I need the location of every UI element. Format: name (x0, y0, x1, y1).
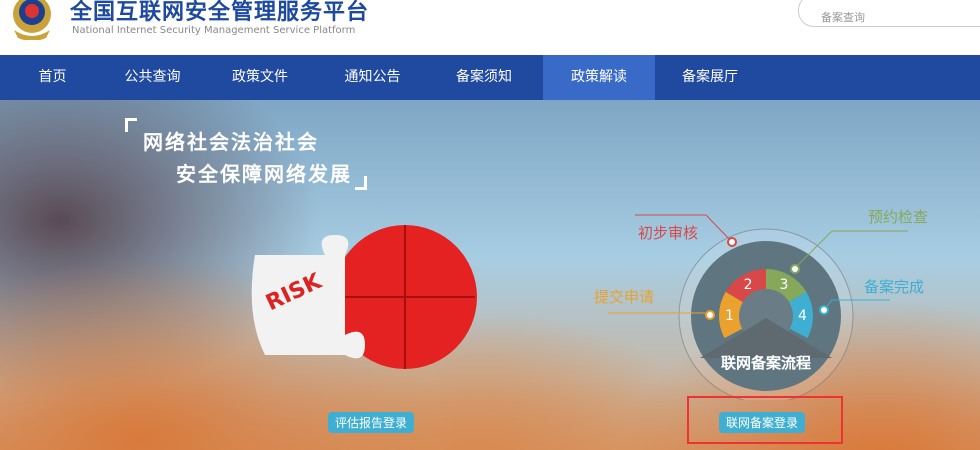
nav-item-public-query[interactable]: 公共查询 (105, 55, 200, 100)
site-subtitle: National Internet Security Management Se… (72, 25, 356, 36)
step-label-inspection: 预约检查 (868, 208, 929, 226)
header: 全国互联网安全管理服务平台 National Internet Security… (0, 0, 980, 55)
process-center-label: 联网备案流程 (721, 354, 811, 372)
search-input[interactable]: 备案查询 (798, 0, 980, 27)
main-nav: 首页 公共查询 政策文件 通知公告 备案须知 政策解读 备案展厅 (0, 55, 980, 100)
nav-item-notices[interactable]: 通知公告 (320, 55, 425, 100)
step-label-submit: 提交申请 (594, 288, 655, 306)
slogan-line1: 网络社会法治社会 (143, 130, 319, 154)
police-emblem-logo (13, 0, 51, 40)
nav-item-policy-files[interactable]: 政策文件 (200, 55, 320, 100)
step-label-initial-review: 初步审核 (638, 224, 699, 242)
process-step-number: 1 (725, 308, 734, 324)
nav-item-filing-hall[interactable]: 备案展厅 (655, 55, 765, 100)
step-label-complete: 备案完成 (864, 278, 925, 296)
process-step-number: 4 (798, 308, 807, 324)
risk-puzzle-graphic: RISK (251, 225, 477, 369)
highlight-box (687, 396, 843, 444)
process-step-number: 3 (780, 277, 789, 293)
slogan-line2: 安全保障网络发展 (176, 162, 352, 186)
nav-item-filing-guide[interactable]: 备案须知 (425, 55, 543, 100)
process-step-number: 2 (744, 277, 753, 293)
site-title: 全国互联网安全管理服务平台 (70, 0, 370, 25)
bracket-open (125, 118, 137, 132)
nav-item-home[interactable]: 首页 (0, 55, 105, 100)
bracket-close (355, 176, 367, 190)
risk-report-login-button[interactable]: 评估报告登录 (328, 412, 415, 433)
nav-item-policy-interpretation[interactable]: 政策解读 (543, 55, 655, 100)
